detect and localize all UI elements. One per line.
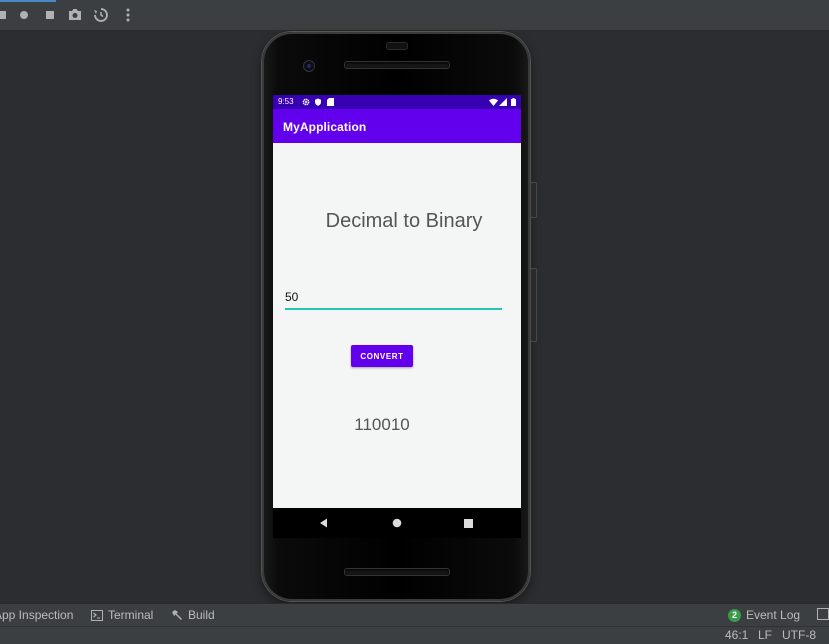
binary-result: 110010 bbox=[354, 415, 410, 434]
more-vert-icon[interactable] bbox=[120, 7, 136, 23]
terminal-icon bbox=[91, 609, 103, 621]
line-separator[interactable]: LF bbox=[758, 628, 772, 642]
power-button[interactable] bbox=[530, 182, 537, 218]
sd-card-icon bbox=[326, 97, 335, 106]
bottom-speaker bbox=[344, 568, 450, 576]
build-tab[interactable]: Build bbox=[171, 608, 215, 622]
terminal-tab[interactable]: Terminal bbox=[91, 608, 153, 622]
phone-screen: 9:53 MyApplication Decimal to Binary CON… bbox=[273, 95, 521, 538]
event-log-count-badge: 2 bbox=[728, 608, 741, 622]
front-camera-icon bbox=[303, 60, 315, 72]
app-bar: MyApplication bbox=[273, 109, 521, 143]
active-tab-indicator bbox=[0, 0, 56, 2]
top-speaker bbox=[344, 61, 450, 69]
home-icon[interactable] bbox=[391, 517, 403, 529]
file-encoding[interactable]: UTF-8 bbox=[782, 628, 816, 642]
camera-icon[interactable] bbox=[67, 7, 83, 23]
ide-status-bar: 46:1 LF UTF-8 bbox=[0, 626, 829, 644]
signal-icon bbox=[498, 97, 507, 106]
record-icon[interactable] bbox=[16, 7, 32, 23]
caret-position[interactable]: 46:1 bbox=[725, 628, 748, 642]
hammer-icon bbox=[171, 609, 183, 621]
rotate-icon[interactable] bbox=[93, 7, 109, 23]
app-title: MyApplication bbox=[283, 120, 367, 134]
terminal-label: Terminal bbox=[108, 608, 154, 622]
layout-inspector-icon[interactable] bbox=[817, 608, 829, 620]
app-inspection-label: App Inspection bbox=[0, 608, 74, 622]
stop-icon[interactable] bbox=[42, 7, 58, 23]
build-label: Build bbox=[188, 608, 215, 622]
recents-icon[interactable] bbox=[462, 517, 474, 529]
volume-button[interactable] bbox=[530, 268, 537, 342]
wifi-icon bbox=[489, 97, 498, 106]
tool-window-bar: App Inspection Terminal Build 2 Event Lo… bbox=[0, 603, 829, 626]
battery-icon bbox=[509, 97, 518, 106]
event-log-label: Event Log bbox=[746, 608, 801, 622]
settings-gear-icon bbox=[301, 97, 310, 106]
convert-button[interactable]: CONVERT bbox=[351, 345, 413, 367]
earpiece bbox=[386, 42, 408, 50]
rerun-icon[interactable] bbox=[0, 7, 10, 23]
event-log-tab[interactable]: 2 Event Log bbox=[728, 608, 800, 622]
page-heading: Decimal to Binary bbox=[325, 210, 483, 232]
app-inspection-tab[interactable]: App Inspection bbox=[0, 608, 73, 622]
android-nav-bar bbox=[273, 508, 521, 538]
shield-icon bbox=[313, 97, 322, 106]
status-time: 9:53 bbox=[278, 97, 294, 106]
app-content: Decimal to Binary CONVERT 110010 bbox=[273, 143, 521, 508]
emulator-toolbar bbox=[0, 0, 829, 31]
android-status-bar: 9:53 bbox=[273, 95, 521, 109]
back-icon[interactable] bbox=[318, 517, 330, 529]
decimal-input[interactable] bbox=[285, 286, 502, 310]
